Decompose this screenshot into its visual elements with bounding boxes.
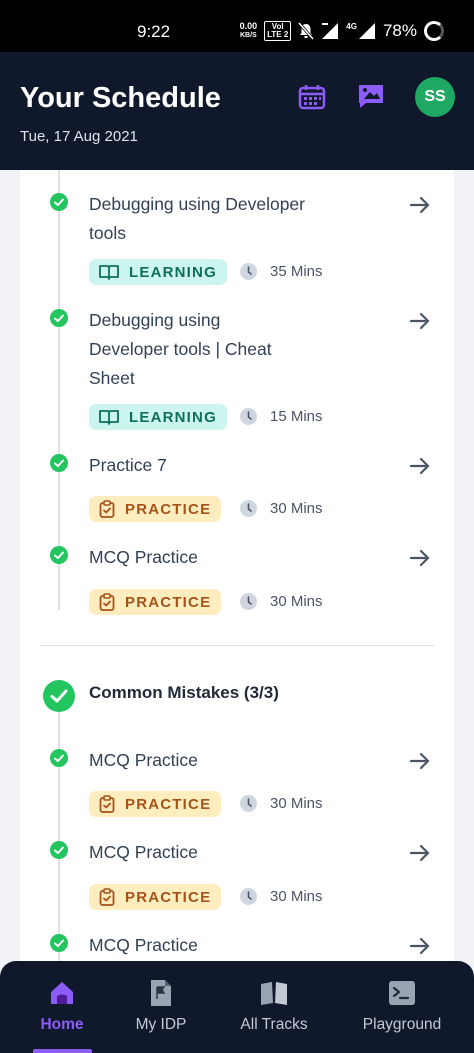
clipboard-check-icon: [99, 593, 115, 611]
nav-label: Home: [40, 1016, 84, 1033]
item-title: MCQ Practice: [89, 842, 198, 862]
bell-off-icon: [298, 22, 315, 40]
duration: 35 Mins: [240, 263, 323, 280]
duration: 30 Mins: [240, 593, 323, 610]
arrow-right-icon[interactable]: [408, 309, 432, 333]
chat-image-icon[interactable]: [356, 82, 386, 110]
duration: 30 Mins: [240, 500, 323, 517]
duration-label: 15 Mins: [270, 408, 323, 425]
signal-icon: [322, 23, 339, 39]
terminal-icon: [389, 981, 415, 1005]
learning-tag: LEARNING: [89, 259, 227, 285]
status-icons: 0.00 KB/S VoI LTE 2 4G 78%: [240, 16, 444, 46]
clock-icon: [240, 795, 257, 812]
duration-label: 35 Mins: [270, 263, 323, 280]
active-tab-indicator: [33, 1049, 92, 1053]
bottom-nav: Home My IDP All Tracks Playground: [0, 961, 474, 1053]
nav-label: My IDP: [135, 1016, 187, 1033]
arrow-right-icon[interactable]: [408, 454, 432, 478]
clipboard-check-icon: [99, 795, 115, 813]
check-circle-icon: [50, 309, 68, 327]
check-circle-icon: [50, 934, 68, 952]
clipboard-check-icon: [99, 500, 115, 518]
document-flag-icon: [151, 980, 171, 1006]
practice-tag: PRACTICE: [89, 496, 222, 522]
volte-icon: VoI LTE 2: [264, 21, 292, 41]
check-circle-icon: [50, 546, 68, 564]
check-circle-icon: [50, 193, 68, 211]
tag-label: LEARNING: [129, 408, 217, 426]
nav-my-idp[interactable]: My IDP: [126, 961, 196, 1053]
arrow-right-icon[interactable]: [408, 749, 432, 773]
item-title: Debugging using Developer tools: [89, 194, 305, 243]
duration-label: 30 Mins: [270, 795, 323, 812]
clock-icon: [240, 888, 257, 905]
item-title: MCQ Practice: [89, 750, 198, 770]
duration-label: 30 Mins: [270, 500, 323, 517]
section-title[interactable]: Common Mistakes (3/3): [89, 683, 279, 703]
duration: 30 Mins: [240, 795, 323, 812]
clock-icon: [240, 593, 257, 610]
book-open-icon: [99, 410, 119, 425]
duration-label: 30 Mins: [270, 593, 323, 610]
tag-label: PRACTICE: [125, 500, 212, 518]
home-icon: [51, 982, 73, 1004]
net-speed: 0.00 KB/S: [239, 21, 258, 40]
clock-icon: [240, 408, 257, 425]
tag-label: LEARNING: [129, 263, 217, 281]
arrow-right-icon[interactable]: [408, 934, 432, 958]
page-date: Tue, 17 Aug 2021: [20, 128, 138, 145]
duration: 15 Mins: [240, 408, 323, 425]
check-circle-icon: [43, 680, 75, 712]
schedule-card: Debugging using Developer tools LEARNING…: [20, 170, 454, 970]
status-bar: 9:22 0.00 KB/S VoI LTE 2 4G 78%: [0, 0, 474, 52]
nav-playground[interactable]: Playground: [355, 961, 449, 1053]
status-time: 9:22: [137, 22, 171, 41]
page-title: Your Schedule: [20, 82, 221, 114]
clock-icon: [240, 263, 257, 280]
book-icon: [261, 982, 287, 1005]
signal-icon-2: [358, 23, 375, 39]
arrow-right-icon[interactable]: [408, 546, 432, 570]
tag-label: PRACTICE: [125, 795, 212, 813]
nav-all-tracks[interactable]: All Tracks: [230, 961, 318, 1053]
tag-label: PRACTICE: [125, 888, 212, 906]
avatar[interactable]: SS: [415, 77, 455, 117]
network-type: 4G: [346, 21, 357, 31]
clock-icon: [240, 500, 257, 517]
section-divider: [40, 645, 434, 646]
item-title: MCQ Practice: [89, 935, 198, 955]
item-title: Practice 7: [89, 455, 167, 475]
nav-label: Playground: [362, 1016, 442, 1033]
app-header: Your Schedule Tue, 17 Aug 2021 SS: [0, 52, 474, 170]
battery-icon: [424, 21, 444, 41]
practice-tag: PRACTICE: [89, 589, 222, 615]
item-title: Debugging using Developer tools | Cheat …: [89, 310, 272, 388]
calendar-icon[interactable]: [298, 84, 326, 110]
duration: 30 Mins: [240, 888, 323, 905]
clipboard-check-icon: [99, 888, 115, 906]
nav-label: All Tracks: [240, 1016, 308, 1033]
arrow-right-icon[interactable]: [408, 841, 432, 865]
timeline-line: [58, 170, 60, 610]
duration-label: 30 Mins: [270, 888, 323, 905]
battery-percent: 78%: [382, 21, 417, 40]
check-circle-icon: [50, 454, 68, 472]
arrow-right-icon[interactable]: [408, 193, 432, 217]
nav-home[interactable]: Home: [28, 961, 96, 1053]
practice-tag: PRACTICE: [89, 791, 222, 817]
practice-tag: PRACTICE: [89, 884, 222, 910]
book-open-icon: [99, 265, 119, 280]
learning-tag: LEARNING: [89, 404, 227, 430]
check-circle-icon: [50, 841, 68, 859]
tag-label: PRACTICE: [125, 593, 212, 611]
check-circle-icon: [50, 749, 68, 767]
item-title: MCQ Practice: [89, 547, 198, 567]
